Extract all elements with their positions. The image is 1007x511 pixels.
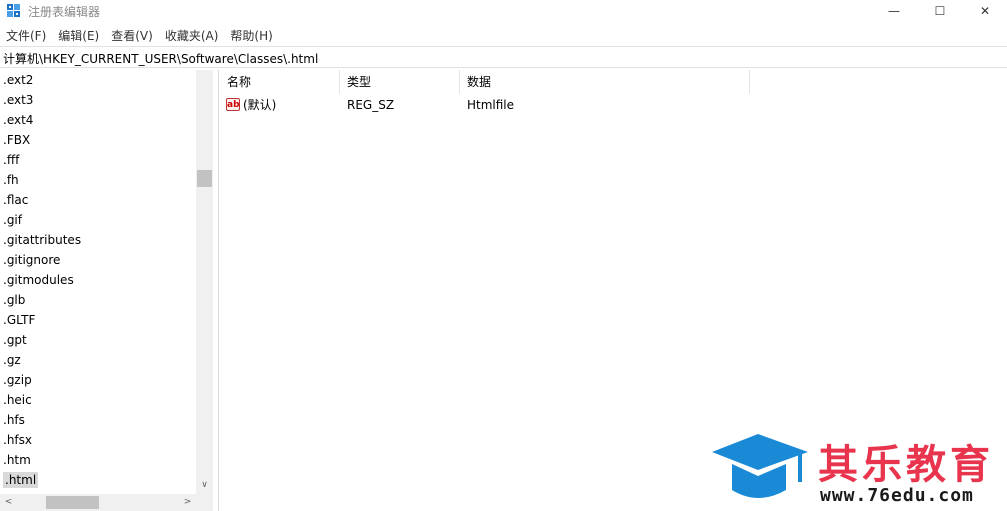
minimize-button[interactable]: — <box>871 0 917 22</box>
tree-item[interactable]: .ext4 <box>0 110 196 130</box>
tree-item[interactable]: .gitattributes <box>0 230 196 250</box>
tree-item-label: .gitattributes <box>3 233 82 247</box>
tree-item-label: .gzip <box>3 373 32 387</box>
minimize-icon: — <box>888 4 900 18</box>
address-bar[interactable]: 计算机\HKEY_CURRENT_USER\Software\Classes\.… <box>0 46 1007 68</box>
tree-item[interactable]: .fh <box>0 170 196 190</box>
maximize-button[interactable]: ☐ <box>917 0 963 22</box>
tree-item-label: .htm <box>3 453 31 467</box>
column-header-data[interactable]: 数据 <box>460 70 750 94</box>
regedit-app-icon <box>7 4 20 17</box>
tree-item[interactable]: .hfs <box>0 410 196 430</box>
address-path[interactable]: 计算机\HKEY_CURRENT_USER\Software\Classes\.… <box>3 50 318 67</box>
tree-item[interactable]: .flac <box>0 190 196 210</box>
scroll-left-arrow-icon[interactable]: < <box>0 494 17 511</box>
tree-item-label: .FBX <box>3 133 31 147</box>
pane-splitter[interactable] <box>214 70 219 511</box>
tree-item-label: .ext2 <box>3 73 34 87</box>
tree-item-label: .hfs <box>3 413 25 427</box>
tree-item-label: .gif <box>3 213 22 227</box>
tree-item-label: .gpt <box>3 333 27 347</box>
watermark-url: www.76edu.com <box>820 485 974 506</box>
tree-item[interactable]: .glb <box>0 290 196 310</box>
close-button[interactable]: ✕ <box>962 0 1007 22</box>
scroll-right-arrow-icon[interactable]: > <box>179 494 196 511</box>
string-value-icon: ab <box>226 98 240 111</box>
key-tree: .ext2 .ext3 .ext4 .FBX .fff .fh .flac .gif .gita… <box>0 70 196 490</box>
column-header-name[interactable]: 名称 <box>220 70 340 94</box>
tree-horizontal-scrollbar[interactable]: < > <box>0 494 213 511</box>
window-title: 注册表编辑器 <box>28 5 101 19</box>
value-type: REG_SZ <box>347 98 395 112</box>
value-name: (默认) <box>243 98 277 112</box>
tree-item[interactable]: .ext2 <box>0 70 196 90</box>
column-header-type[interactable]: 类型 <box>340 70 460 94</box>
scroll-down-arrow-icon[interactable]: ∨ <box>196 477 213 494</box>
tree-item[interactable]: .FBX <box>0 130 196 150</box>
title-bar: 注册表编辑器 — ☐ ✕ <box>0 0 1007 22</box>
maximize-icon: ☐ <box>934 4 946 18</box>
close-icon: ✕ <box>979 4 991 18</box>
graduation-cap-icon <box>712 434 808 498</box>
tree-vertical-scroll-thumb[interactable] <box>197 170 212 187</box>
tree-item[interactable]: .gz <box>0 350 196 370</box>
tree-item-label: .ext3 <box>3 93 34 107</box>
tree-item[interactable]: .gzip <box>0 370 196 390</box>
tree-item-label: .flac <box>3 193 29 207</box>
tree-item-label: .ext4 <box>3 113 34 127</box>
tree-vertical-scrollbar[interactable]: ∨ <box>196 70 213 494</box>
menu-bar: 文件(F) 编辑(E) 查看(V) 收藏夹(A) 帮助(H) <box>0 25 279 45</box>
tree-item[interactable]: .gpt <box>0 330 196 350</box>
key-tree-pane: .ext2 .ext3 .ext4 .FBX .fff .fh .flac .gif .gita… <box>0 70 215 511</box>
value-data: Htmlfile <box>467 98 515 112</box>
tree-item-label: .gitmodules <box>3 273 74 287</box>
menu-help[interactable]: 帮助(H) <box>224 25 278 45</box>
tree-item-label: .heic <box>3 393 32 407</box>
watermark-brand: 其乐教育 <box>818 442 994 488</box>
tree-item-label: .GLTF <box>3 313 36 327</box>
value-row[interactable]: ab (默认) REG_SZ Htmlfile <box>220 95 750 115</box>
tree-item-label: .fff <box>3 153 20 167</box>
tree-item[interactable]: .gitmodules <box>0 270 196 290</box>
tree-item[interactable]: .ext3 <box>0 90 196 110</box>
tree-item[interactable]: .hfsx <box>0 430 196 450</box>
tree-item[interactable]: .html <box>0 470 196 490</box>
tree-item[interactable]: .GLTF <box>0 310 196 330</box>
tree-item[interactable]: .heic <box>0 390 196 410</box>
menu-file[interactable]: 文件(F) <box>0 25 52 45</box>
tree-item-label: .gz <box>3 353 21 367</box>
tree-item[interactable]: .gitignore <box>0 250 196 270</box>
tree-item-label: .gitignore <box>3 253 61 267</box>
tree-item-label: .glb <box>3 293 26 307</box>
tree-item[interactable]: .htm <box>0 450 196 470</box>
tree-item[interactable]: .gif <box>0 210 196 230</box>
tree-item[interactable]: .fff <box>0 150 196 170</box>
watermark-logo: 其乐教育 www.76edu.com <box>708 430 1006 510</box>
tree-item-label: .html <box>3 472 39 488</box>
tree-item-label: .fh <box>3 173 19 187</box>
menu-edit[interactable]: 编辑(E) <box>52 25 105 45</box>
menu-favorites[interactable]: 收藏夹(A) <box>159 25 225 45</box>
tree-horizontal-scroll-thumb[interactable] <box>46 496 99 509</box>
tree-item-label: .hfsx <box>3 433 32 447</box>
menu-view[interactable]: 查看(V) <box>105 25 159 45</box>
